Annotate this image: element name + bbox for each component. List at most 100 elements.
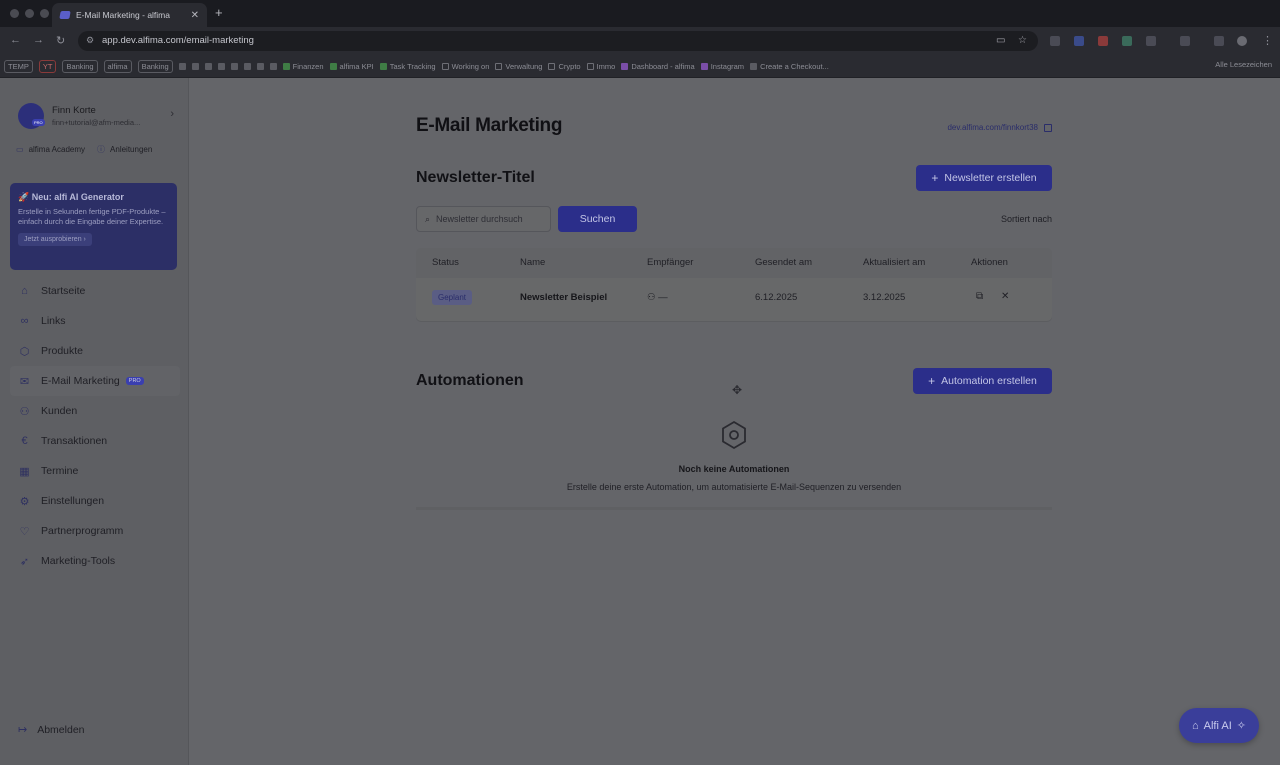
bookmark-item[interactable]: Verwaltung: [495, 62, 542, 71]
extension-icon[interactable]: [1050, 36, 1060, 46]
public-link[interactable]: dev.alfima.com/finnkort38: [947, 123, 1052, 132]
card-icon[interactable]: ▭: [996, 35, 1005, 46]
bookmark-item[interactable]: Working on: [441, 62, 489, 71]
academy-link[interactable]: ▭ alfima Academy: [16, 144, 85, 155]
bookmark-item[interactable]: Banking: [62, 60, 98, 73]
bookmark-favicon-icon[interactable]: [243, 63, 251, 70]
bookmark-item[interactable]: Instagram: [700, 62, 744, 71]
create-newsletter-button[interactable]: + Newsletter erstellen: [916, 165, 1052, 191]
newsletter-search-input[interactable]: [436, 214, 542, 224]
sidebar-item-links[interactable]: ∞ Links: [10, 306, 180, 336]
bookmark-favicon-icon: [329, 63, 337, 70]
download-icon[interactable]: [1214, 36, 1224, 46]
bookmark-favicon-icon[interactable]: [256, 63, 264, 70]
newsletter-search-field[interactable]: ⌕: [416, 206, 551, 232]
move-cursor-icon: ✥: [732, 383, 743, 397]
sidebar-item-marketing-tools[interactable]: ➶ Marketing-Tools: [10, 546, 180, 576]
sidebar-item-label: Partnerprogramm: [41, 525, 124, 537]
bookmark-label: TEMP: [8, 62, 29, 71]
sidebar-item-termine[interactable]: ▦ Termine: [10, 456, 180, 486]
bookmark-star-icon[interactable]: ☆: [1018, 35, 1027, 46]
create-automation-button[interactable]: + Automation erstellen: [913, 368, 1052, 394]
browser-tab-active[interactable]: E-Mail Marketing - alfima ✕: [52, 3, 207, 27]
extension-icon[interactable]: [1098, 36, 1108, 46]
bookmark-favicon-icon[interactable]: [217, 63, 225, 70]
extensions-puzzle-icon[interactable]: [1146, 36, 1156, 46]
site-settings-icon[interactable]: ⚙: [86, 35, 94, 46]
extension-icon[interactable]: [1074, 36, 1084, 46]
all-bookmarks[interactable]: Alle Lesezeichen: [1215, 60, 1272, 69]
bookmark-item[interactable]: Immo: [586, 62, 616, 71]
maximize-window-dot[interactable]: [40, 9, 49, 18]
bookmark-item[interactable]: Task Tracking: [379, 62, 436, 71]
new-tab-icon[interactable]: +: [215, 5, 223, 20]
folder-icon: [586, 63, 594, 70]
bookmark-favicon-icon[interactable]: [269, 63, 277, 70]
newsletter-table: Status Name Empfänger Gesendet am Aktual…: [416, 248, 1052, 321]
bookmark-item[interactable]: alfima KPI: [329, 62, 374, 71]
bookmark-item[interactable]: Create a Checkout...: [750, 62, 829, 71]
plus-icon: +: [928, 374, 936, 388]
profile-avatar-icon[interactable]: [1237, 36, 1247, 46]
logout-label: Abmelden: [37, 723, 85, 736]
column-header-status: Status: [432, 257, 459, 268]
sort-dropdown[interactable]: Sortiert nach: [1001, 214, 1052, 224]
copy-icon[interactable]: [1044, 123, 1052, 132]
table-row[interactable]: Geplant Newsletter Beispiel ⚇ — 6.12.202…: [416, 278, 1052, 318]
alfi-ai-button[interactable]: ⌂ Alfi AI ✧: [1179, 708, 1259, 743]
delete-icon[interactable]: ✕: [1001, 291, 1009, 302]
sidebar-item-einstellungen[interactable]: ⚙ Einstellungen: [10, 486, 180, 516]
browser-menu-icon[interactable]: ⋮: [1262, 34, 1273, 47]
sidebar-item-partnerprogramm[interactable]: ♡ Partnerprogramm: [10, 516, 180, 546]
bookmark-favicon-icon[interactable]: [230, 63, 238, 70]
sidebar-item-label: Einstellungen: [41, 495, 105, 507]
search-button[interactable]: Suchen: [558, 206, 637, 232]
bookmark-favicon-icon[interactable]: [178, 63, 186, 70]
rocket-icon: ➶: [19, 555, 30, 568]
bookmark-label: Immo: [596, 62, 616, 71]
academy-label: alfima Academy: [28, 145, 86, 154]
bookmarks-bar: TEMP YT Banking alfima Banking Finanzen alfima…: [0, 55, 1280, 78]
calendar-icon: ▦: [19, 465, 30, 478]
bookmark-item[interactable]: Banking: [137, 60, 173, 73]
profile-switcher[interactable]: Finn Korte finn+tutorial@afm-media... ›: [18, 100, 178, 132]
sidebar-panel-icon[interactable]: [1180, 36, 1190, 46]
bookmark-label: Banking: [66, 62, 94, 71]
duplicate-icon[interactable]: ⧉: [976, 291, 983, 302]
sidebar-item-startseite[interactable]: ⌂ Startseite: [10, 276, 180, 306]
guides-link[interactable]: ⓘ Anleitungen: [97, 144, 152, 155]
bookmark-label: Banking: [141, 62, 169, 71]
forward-icon[interactable]: →: [33, 34, 44, 46]
bookmark-item[interactable]: Crypto: [548, 62, 581, 71]
address-bar[interactable]: ⚙ app.dev.alfima.com/email-marketing ▭ ☆: [78, 31, 1038, 51]
bookmark-item[interactable]: alfima: [103, 60, 132, 73]
quick-links: ▭ alfima Academy ⓘ Anleitungen: [16, 144, 152, 155]
bookmark-favicon-icon[interactable]: [191, 63, 199, 70]
plus-icon: +: [931, 171, 939, 185]
close-window-dot[interactable]: [10, 9, 19, 18]
bookmark-item[interactable]: Dashboard - alfima: [621, 62, 695, 71]
back-icon[interactable]: ←: [10, 34, 21, 46]
automations-section-title: Automationen: [416, 372, 524, 389]
mail-icon: ✉: [19, 375, 30, 388]
sidebar-item-transaktionen[interactable]: € Transaktionen: [10, 426, 180, 456]
logout-button[interactable]: ↦ Abmelden: [18, 723, 85, 737]
bookmark-item[interactable]: YT: [38, 60, 57, 73]
bookmark-item[interactable]: TEMP: [4, 60, 33, 73]
promo-try-button[interactable]: Jetzt ausprobieren ›: [18, 233, 92, 246]
empty-state-text: Erstelle deine erste Automation, um auto…: [566, 482, 902, 492]
reload-icon[interactable]: ↻: [56, 34, 65, 47]
guides-label: Anleitungen: [110, 145, 153, 154]
tab-close-icon[interactable]: ✕: [191, 10, 199, 21]
minimize-window-dot[interactable]: [25, 9, 34, 18]
box-icon: ⬡: [19, 345, 30, 358]
bookmark-favicon-icon[interactable]: [204, 63, 212, 70]
bookmark-item[interactable]: Finanzen: [282, 62, 324, 71]
sidebar-item-kunden[interactable]: ⚇ Kunden: [10, 396, 180, 426]
column-header-updated: Aktualisiert am: [863, 257, 926, 268]
sidebar-item-produkte[interactable]: ⬡ Produkte: [10, 336, 180, 366]
sidebar-item-email-marketing[interactable]: ✉ E-Mail Marketing PRO: [10, 366, 180, 396]
extension-icon[interactable]: [1122, 36, 1132, 46]
bookmark-label: Task Tracking: [389, 62, 436, 71]
sent-date: 6.12.2025: [755, 292, 798, 303]
